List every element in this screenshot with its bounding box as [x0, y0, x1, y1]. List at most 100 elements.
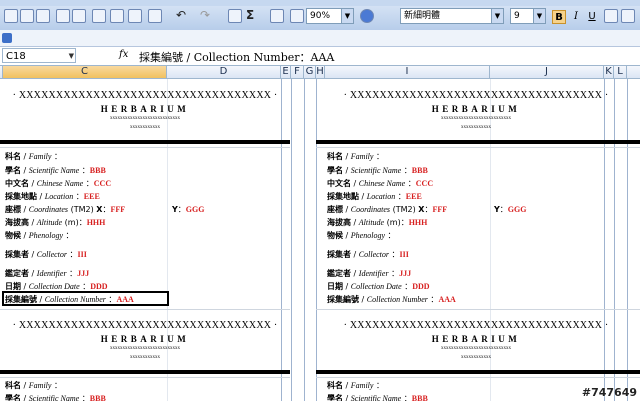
column-header-l[interactable]: L: [614, 66, 627, 78]
align-center-icon[interactable]: [621, 9, 635, 23]
chevron-down-icon: ▼: [68, 52, 74, 60]
herbarium-title: HERBARIUM: [431, 104, 521, 114]
font-name-select[interactable]: 新細明體 ▼: [400, 8, 504, 24]
card-divider: [316, 140, 640, 144]
field-family[interactable]: 科名 / Family ：: [327, 380, 384, 391]
field-phenology[interactable]: 物候 / Phenology ：: [5, 230, 74, 241]
name-box[interactable]: C18 ▼: [2, 48, 76, 63]
column-header-j[interactable]: J: [490, 66, 604, 78]
column-header-i[interactable]: I: [325, 66, 490, 78]
chevron-down-icon: ▼: [341, 9, 353, 23]
specimen-header-text: · XXXXXXXXXXXXXXXXXXXXXXXXXXXXXXXXXX ·: [343, 90, 609, 101]
field-altitude[interactable]: 海拔高 / Altitude (m)：HHH: [327, 217, 427, 228]
copy-icon[interactable]: [128, 9, 142, 23]
field-identifier[interactable]: 鑑定者 / Identifier ：JJJ: [327, 268, 411, 279]
column-header-g[interactable]: G: [304, 66, 316, 78]
field-location[interactable]: 採集地點 / Location ：EEE: [327, 191, 422, 202]
field-coordinate-y[interactable]: Y：GGG: [172, 204, 204, 215]
field-collector[interactable]: 採集者 / Collector ：III: [5, 249, 87, 260]
field-chinese-name[interactable]: 中文名 / Chinese Name ：CCC: [5, 178, 111, 189]
herbarium-title: HERBARIUM: [100, 104, 190, 114]
format-painter-icon[interactable]: [148, 9, 162, 23]
herbarium-subtitle: xxxxxxxxxxxxxxxxxxxxxxxxxxxx: [441, 116, 511, 121]
font-name-value: 新細明體: [404, 11, 441, 21]
chart-wizard-icon[interactable]: [290, 9, 304, 23]
field-family[interactable]: 科名 / Family ：: [327, 151, 384, 162]
save-icon[interactable]: [36, 9, 50, 23]
field-scientific-name[interactable]: 學名 / Scientific Name ：BBB: [5, 393, 106, 401]
print-icon[interactable]: [56, 9, 70, 23]
undo-icon[interactable]: ↶: [176, 8, 186, 22]
column-header-h[interactable]: H: [316, 66, 325, 78]
open-folder-icon[interactable]: [20, 9, 34, 23]
herbarium-subtitle: xxxxxxxxxxxxxxxxxxxxxxxxxxxx: [110, 346, 180, 351]
chevron-down-icon: ▼: [533, 9, 545, 23]
autosum-icon[interactable]: Σ: [246, 8, 254, 22]
field-coordinate-y[interactable]: Y：GGG: [494, 204, 526, 215]
formula-bar: C18 ▼ fx 採集編號 / Collection Number：AAA: [0, 47, 640, 66]
herbarium-subtitle-2: xxxxxxxxxxxx: [130, 355, 160, 360]
zoom-value: 90%: [310, 11, 331, 21]
column-header-f[interactable]: F: [291, 66, 304, 78]
field-scientific-name[interactable]: 學名 / Scientific Name ：BBB: [5, 165, 106, 176]
field-collector[interactable]: 採集者 / Collector ：III: [327, 249, 409, 260]
watermark: #747649: [581, 386, 637, 399]
formula-input[interactable]: 採集編號 / Collection Number：AAA: [139, 49, 334, 65]
card-divider: [0, 370, 290, 374]
field-scientific-name[interactable]: 學名 / Scientific Name ：BBB: [327, 165, 428, 176]
hyperlink-icon[interactable]: [228, 9, 242, 23]
field-location[interactable]: 採集地點 / Location ：EEE: [5, 191, 100, 202]
cut-icon[interactable]: [110, 9, 124, 23]
herbarium-subtitle: xxxxxxxxxxxxxxxxxxxxxxxxxxxx: [441, 346, 511, 351]
herbarium-title: HERBARIUM: [100, 334, 190, 344]
insert-function-icon[interactable]: fx: [119, 49, 128, 60]
font-size-select[interactable]: 9 ▼: [510, 8, 546, 24]
secondary-toolbar: [0, 30, 640, 47]
field-identifier[interactable]: 鑑定者 / Identifier ：JJJ: [5, 268, 89, 279]
herbarium-title: HERBARIUM: [431, 334, 521, 344]
sort-icon[interactable]: [270, 9, 284, 23]
toolbar-icon[interactable]: [2, 33, 12, 43]
herbarium-subtitle-2: xxxxxxxxxxxx: [461, 125, 491, 130]
zoom-select[interactable]: 90% ▼: [306, 8, 354, 24]
selected-cell-c18[interactable]: [2, 291, 169, 306]
font-size-value: 9: [514, 11, 520, 21]
field-altitude[interactable]: 海拔高 / Altitude (m)：HHH: [5, 217, 105, 228]
field-phenology[interactable]: 物候 / Phenology ：: [327, 230, 396, 241]
field-collection-date[interactable]: 日期 / Collection Date ：DDD: [327, 281, 430, 292]
menu-bar: [0, 0, 640, 6]
worksheet-grid[interactable]: · XXXXXXXXXXXXXXXXXXXXXXXXXXXXXXXXXX · H…: [0, 79, 640, 401]
column-header-c[interactable]: C: [3, 66, 167, 78]
underline-button[interactable]: U: [585, 10, 599, 24]
name-box-value: C18: [6, 51, 26, 62]
field-family[interactable]: 科名 / Family ：: [5, 380, 62, 391]
field-coordinates[interactable]: 座標 / Coordinates (TM2) X：FFF: [5, 204, 125, 215]
column-header-e[interactable]: E: [281, 66, 291, 78]
print-preview-icon[interactable]: [72, 9, 86, 23]
field-chinese-name[interactable]: 中文名 / Chinese Name ：CCC: [327, 178, 433, 189]
specimen-header-text: · XXXXXXXXXXXXXXXXXXXXXXXXXXXXXXXXXX ·: [12, 90, 278, 101]
field-coordinates[interactable]: 座標 / Coordinates (TM2) X：FFF: [327, 204, 447, 215]
field-family[interactable]: 科名 / Family ：: [5, 151, 62, 162]
redo-icon[interactable]: ↷: [200, 8, 210, 22]
herbarium-subtitle: xxxxxxxxxxxxxxxxxxxxxxxxxxxx: [110, 116, 180, 121]
specimen-header-text: · XXXXXXXXXXXXXXXXXXXXXXXXXXXXXXXXXX ·: [343, 320, 609, 331]
new-file-icon[interactable]: [4, 9, 18, 23]
column-header-k[interactable]: K: [604, 66, 614, 78]
formatting-toolbar: ↶ ↷ Σ 90% ▼ 新細明體 ▼ 9 ▼ B I U: [0, 0, 640, 31]
card-divider: [316, 370, 640, 374]
herbarium-subtitle-2: xxxxxxxxxxxx: [461, 355, 491, 360]
field-collection-number[interactable]: 採集編號 / Collection Number ：AAA: [327, 294, 456, 305]
spelling-icon[interactable]: [92, 9, 106, 23]
field-scientific-name[interactable]: 學名 / Scientific Name ：BBB: [327, 393, 428, 401]
align-left-icon[interactable]: [604, 9, 618, 23]
bold-button[interactable]: B: [552, 10, 566, 24]
column-headers: C D E F G H I J K L: [0, 66, 640, 79]
help-icon[interactable]: [360, 9, 374, 23]
chevron-down-icon: ▼: [491, 9, 503, 23]
specimen-header-text: · XXXXXXXXXXXXXXXXXXXXXXXXXXXXXXXXXX ·: [12, 320, 278, 331]
card-divider: [0, 140, 290, 144]
italic-button[interactable]: I: [569, 10, 583, 24]
herbarium-subtitle-2: xxxxxxxxxxxx: [130, 125, 160, 130]
column-header-d[interactable]: D: [167, 66, 281, 78]
